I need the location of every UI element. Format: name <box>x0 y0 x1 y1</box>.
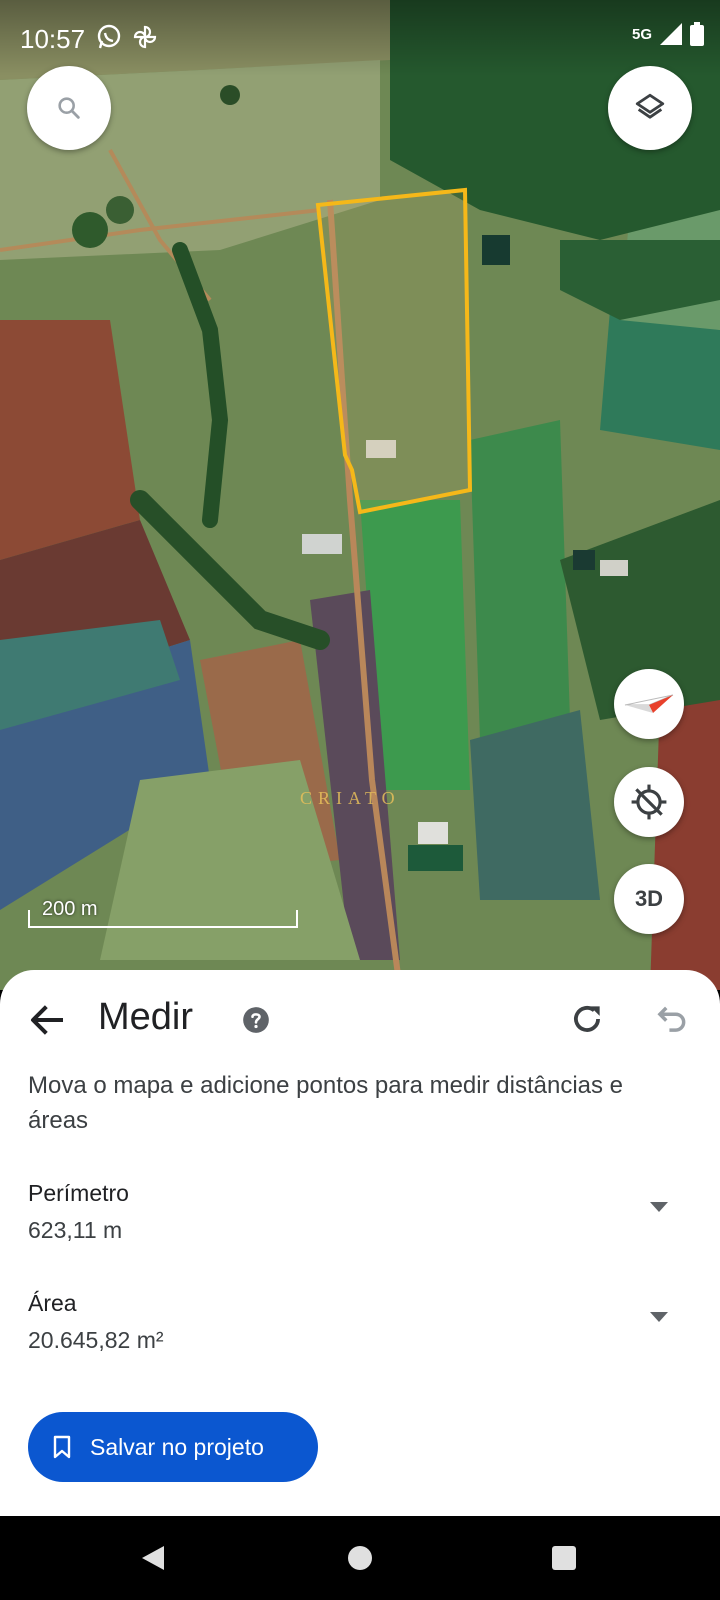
save-to-project-button[interactable]: Salvar no projeto <box>28 1412 318 1482</box>
3d-label: 3D <box>634 886 664 911</box>
area-value: 20.645,82 m² <box>28 1327 164 1353</box>
nav-recents-icon[interactable] <box>552 1546 576 1570</box>
area-label: Área <box>28 1290 77 1316</box>
satellite-map[interactable]: 10:57 5G 3D CRIATO 200 m <box>0 0 720 990</box>
pinwheel-icon <box>133 25 157 49</box>
location-button[interactable] <box>614 767 684 837</box>
status-bar: 10:57 5G <box>0 0 720 76</box>
sheet-title: Medir <box>98 996 194 1038</box>
perimeter-value: 623,11 m <box>28 1217 123 1243</box>
compass-icon <box>624 694 674 713</box>
instructions-text: Mova o mapa e adicione pontos para medir… <box>28 1072 624 1134</box>
perimeter-label: Perímetro <box>28 1180 129 1206</box>
area-dropdown-icon[interactable] <box>650 1312 668 1322</box>
search-icon <box>58 97 80 119</box>
location-off-icon <box>631 784 667 820</box>
undo-icon[interactable] <box>652 1000 690 1038</box>
nav-back-icon[interactable] <box>140 1544 166 1572</box>
back-arrow-icon[interactable] <box>28 1000 68 1040</box>
layers-icon <box>635 93 665 119</box>
area-row[interactable]: Área 20.645,82 m² <box>28 1290 692 1370</box>
scale-bar <box>28 910 298 928</box>
bookmark-icon <box>53 1435 71 1459</box>
help-icon[interactable] <box>242 1006 270 1034</box>
sheet-header: Medir <box>0 970 720 1066</box>
nav-home-icon[interactable] <box>348 1546 372 1570</box>
whatsapp-icon <box>97 24 121 49</box>
network-type: 5G <box>631 25 652 43</box>
perimeter-dropdown-icon[interactable] <box>650 1202 668 1212</box>
layers-button[interactable] <box>608 66 692 150</box>
3d-toggle-button[interactable]: 3D <box>614 864 684 934</box>
perimeter-row[interactable]: Perímetro 623,11 m <box>28 1180 692 1260</box>
save-button-label: Salvar no projeto <box>90 1433 264 1460</box>
measure-sheet: Medir Mova o mapa e adicione pontos para… <box>0 970 720 1516</box>
watermark: CRIATO <box>300 788 401 808</box>
system-navigation-bar <box>0 1516 720 1600</box>
battery-icon <box>690 22 704 46</box>
redo-icon[interactable] <box>568 1000 606 1038</box>
status-time: 10:57 <box>20 24 86 54</box>
signal-icon <box>660 23 682 45</box>
map-imagery <box>0 0 720 990</box>
search-button[interactable] <box>27 66 111 150</box>
compass-button[interactable] <box>614 669 684 739</box>
